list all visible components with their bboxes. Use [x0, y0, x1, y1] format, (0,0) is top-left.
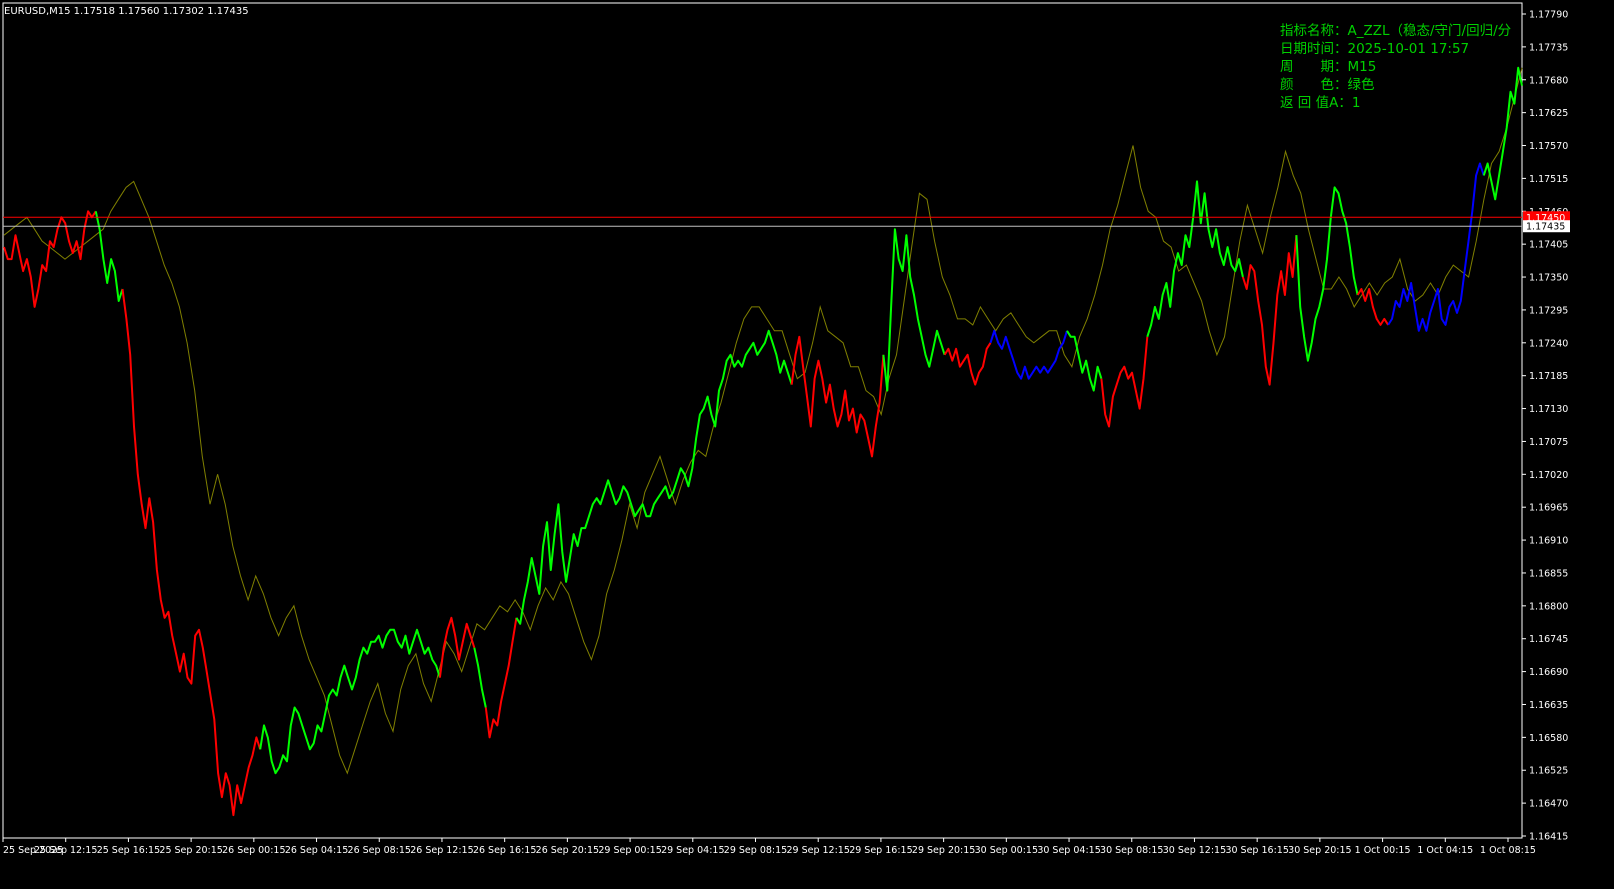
x-tick-label: 1 Oct 04:15	[1417, 845, 1473, 856]
x-tick-label: 26 Sep 00:15	[222, 845, 285, 856]
x-tick-label: 30 Sep 16:15	[1225, 845, 1288, 856]
info-line-name: 指标名称：A_ZZL（稳态/守门/回归/分	[1280, 22, 1511, 39]
x-tick-label: 1 Oct 08:15	[1480, 845, 1536, 856]
x-tick-label: 26 Sep 12:15	[410, 845, 473, 856]
y-tick-label: 1.17295	[1529, 305, 1568, 316]
x-tick-label: 29 Sep 00:15	[598, 845, 661, 856]
x-tick-label: 30 Sep 20:15	[1288, 845, 1351, 856]
y-tick-label: 1.16690	[1529, 667, 1568, 678]
x-tick-label: 26 Sep 08:15	[348, 845, 411, 856]
info-line-color: 颜 色：绿色	[1280, 76, 1375, 93]
x-tick-label: 26 Sep 20:15	[536, 845, 599, 856]
x-tick-label: 25 Sep 16:15	[97, 845, 160, 856]
y-tick-label: 1.17405	[1529, 240, 1568, 251]
price-chart[interactable]: 1.17790 1.17735 1.17680 1.17625 1.17570 1.175…	[0, 0, 1614, 885]
y-tick-label: 1.16745	[1529, 634, 1568, 645]
y-tick-label: 1.17075	[1529, 437, 1568, 448]
chart-background	[0, 0, 1614, 885]
y-tick-label: 1.17680	[1529, 75, 1568, 86]
chart-window[interactable]: 1.17790 1.17735 1.17680 1.17625 1.17570 1.175…	[0, 0, 1614, 885]
y-tick-label: 1.16580	[1529, 733, 1568, 744]
x-tick-label: 29 Sep 12:15	[786, 845, 849, 856]
y-tick-label: 1.17790	[1529, 10, 1568, 21]
x-tick-label: 1 Oct 00:15	[1355, 845, 1411, 856]
x-tick-label: 30 Sep 12:15	[1163, 845, 1226, 856]
y-tick-label: 1.16965	[1529, 503, 1568, 514]
x-tick-label: 26 Sep 04:15	[285, 845, 348, 856]
x-tick-label: 29 Sep 04:15	[661, 845, 724, 856]
bid-price-label: 1.17435	[1526, 222, 1565, 233]
y-tick-label: 1.16635	[1529, 700, 1568, 711]
info-line-datetime: 日期时间：2025-10-01 17:57	[1280, 41, 1469, 57]
x-tick-label: 25 Sep 12:15	[34, 845, 97, 856]
y-tick-label: 1.17570	[1529, 141, 1568, 152]
x-tick-label: 30 Sep 08:15	[1100, 845, 1163, 856]
y-tick-label: 1.16910	[1529, 536, 1568, 547]
y-tick-label: 1.17625	[1529, 108, 1568, 119]
y-tick-label: 1.16800	[1529, 601, 1568, 612]
x-tick-label: 30 Sep 04:15	[1037, 845, 1100, 856]
y-tick-label: 1.16415	[1529, 832, 1568, 843]
y-tick-label: 1.17020	[1529, 470, 1568, 481]
x-tick-label: 29 Sep 20:15	[912, 845, 975, 856]
x-tick-label: 29 Sep 16:15	[849, 845, 912, 856]
price-labels: 1.174501.17435	[1523, 211, 1570, 233]
info-line-return-value: 返 回 值A：1	[1280, 95, 1360, 111]
symbol-header: EURUSD,M15 1.17518 1.17560 1.17302 1.174…	[4, 6, 249, 17]
x-tick-label: 26 Sep 16:15	[473, 845, 536, 856]
x-tick-label: 30 Sep 00:15	[975, 845, 1038, 856]
info-line-period: 周 期：M15	[1280, 59, 1376, 75]
y-tick-label: 1.17185	[1529, 371, 1568, 382]
y-tick-label: 1.16525	[1529, 766, 1568, 777]
x-tick-label: 29 Sep 08:15	[724, 845, 787, 856]
y-tick-label: 1.17130	[1529, 404, 1568, 415]
y-tick-label: 1.17515	[1529, 174, 1568, 185]
y-tick-label: 1.16855	[1529, 568, 1568, 579]
x-tick-label: 25 Sep 20:15	[159, 845, 222, 856]
y-tick-label: 1.17735	[1529, 42, 1568, 53]
y-tick-label: 1.16470	[1529, 799, 1568, 810]
y-tick-label: 1.17350	[1529, 273, 1568, 284]
y-tick-label: 1.17240	[1529, 338, 1568, 349]
